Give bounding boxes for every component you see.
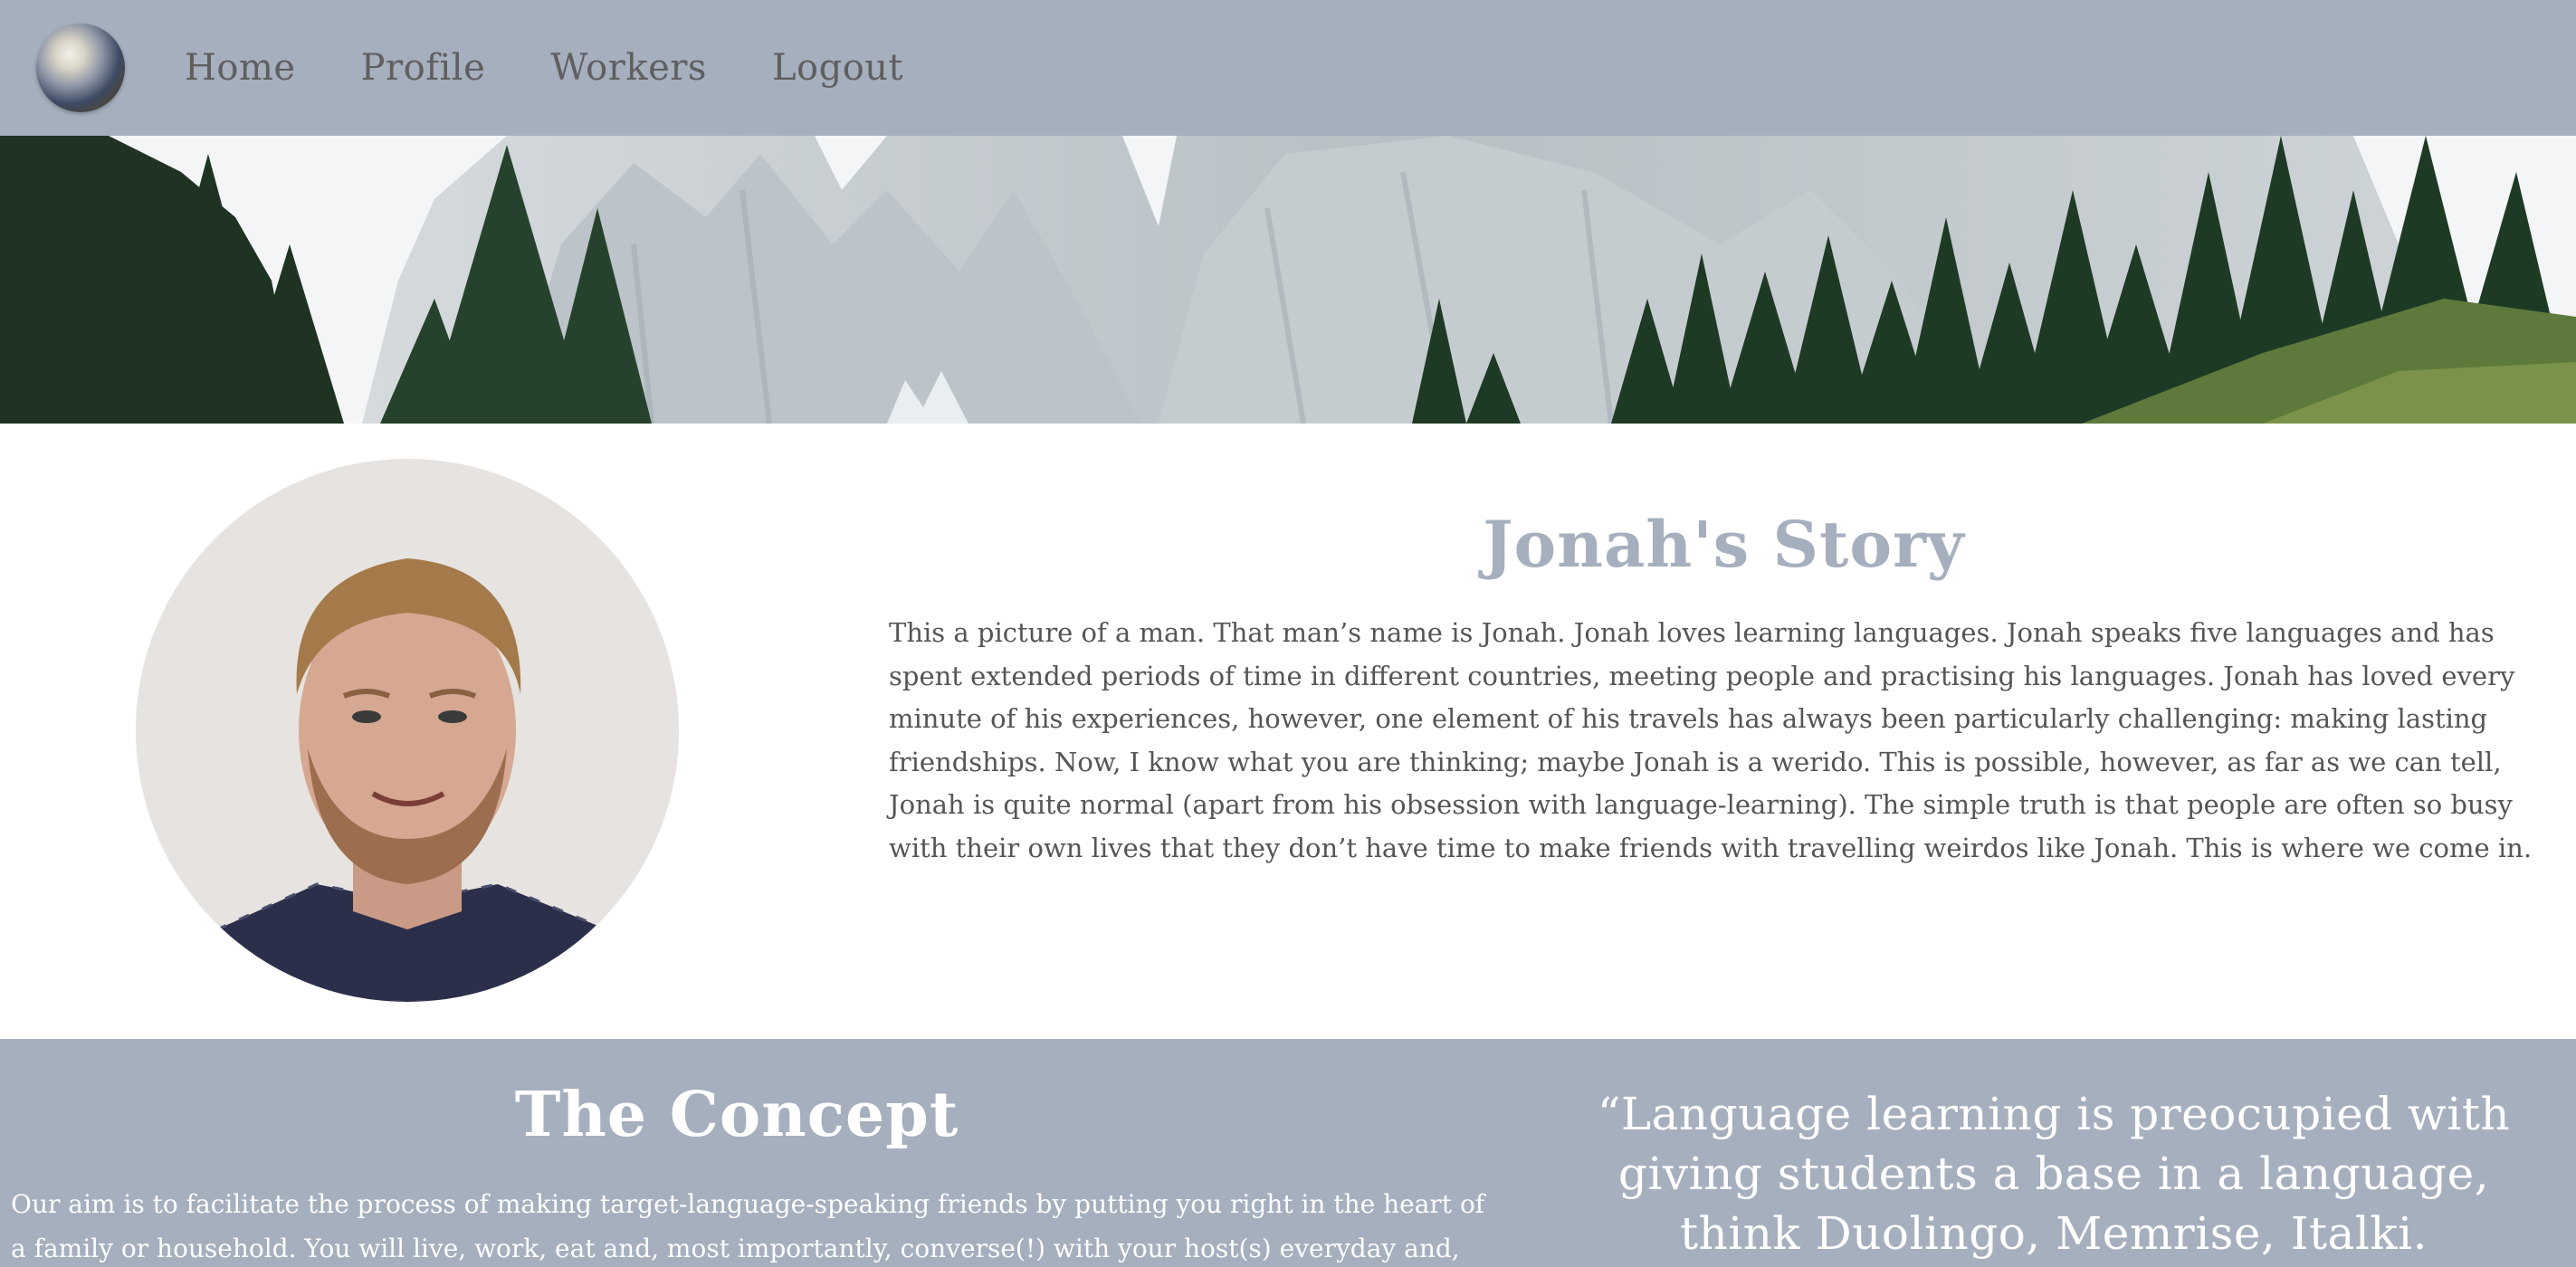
globe-logo-icon[interactable]: [36, 24, 125, 112]
jonah-portrait-image: [136, 459, 679, 1002]
story-paragraph: This a picture of a man. That man’s name…: [889, 617, 2533, 863]
concept-title: The Concept: [514, 1079, 959, 1151]
quote-text: “Language learning is preocupied with gi…: [1597, 1088, 2511, 1260]
nav-link-home[interactable]: Home: [185, 47, 296, 89]
story-title: Jonah's Story: [1483, 507, 1965, 582]
nav-links: Home Profile Workers Logout: [185, 0, 968, 136]
nav-link-logout[interactable]: Logout: [772, 47, 903, 89]
nav-link-profile[interactable]: Profile: [361, 47, 486, 89]
nav-link-workers[interactable]: Workers: [550, 47, 707, 89]
top-nav: Home Profile Workers Logout: [0, 0, 2576, 136]
concept-paragraph: Our aim is to facilitate the process of …: [11, 1189, 1485, 1263]
mountain-forest-banner: [0, 136, 2576, 424]
concept-section: The Concept Our aim is to facilitate the…: [0, 1039, 2576, 1267]
